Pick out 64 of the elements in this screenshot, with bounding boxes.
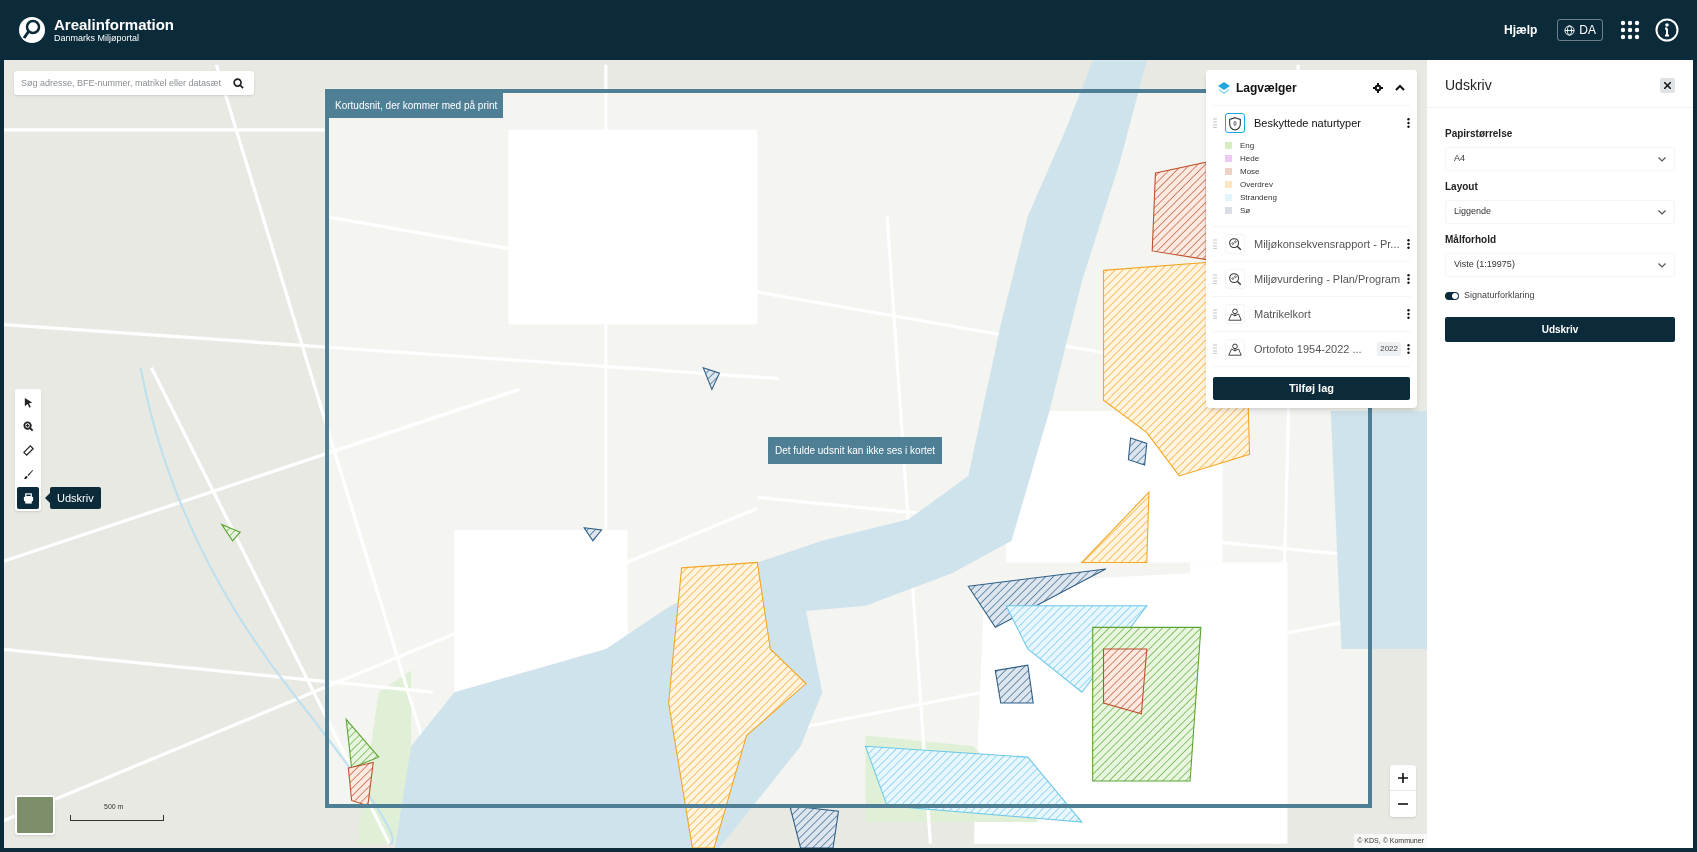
more-icon[interactable]: [1407, 118, 1410, 128]
logo-icon: [18, 16, 46, 44]
layer-name[interactable]: Ortofoto 1954-2022 ...: [1254, 340, 1362, 358]
app-title: Arealinformation: [54, 16, 174, 33]
language-button[interactable]: DA: [1557, 19, 1603, 41]
add-layer-button[interactable]: Tilføj lag: [1213, 377, 1410, 400]
plus-icon: [1398, 772, 1408, 783]
basemap-thumbnail[interactable]: [15, 795, 55, 835]
select-field[interactable]: Liggende: [1445, 200, 1675, 224]
chevron-down-icon: [1658, 156, 1666, 162]
chevron-down-icon: [1658, 209, 1666, 215]
more-icon[interactable]: [1407, 239, 1410, 249]
legend-label: Strandeng: [1240, 191, 1277, 204]
print-frame-label: Kortudsnit, der kommer med på print: [329, 93, 504, 118]
shield-leaf-icon: [1227, 115, 1243, 131]
panel-title: Udskriv: [1445, 76, 1493, 95]
select-field[interactable]: A4: [1445, 147, 1675, 171]
layer-thumbnail[interactable]: [1225, 113, 1245, 133]
map-pin-icon: [1227, 341, 1243, 357]
zoom-icon: [22, 420, 34, 432]
map-pin-icon: [1227, 306, 1243, 322]
layer-name[interactable]: Miljøkonsekvensrapport - Pr...: [1254, 235, 1400, 253]
globe-icon: [1564, 24, 1576, 36]
more-icon[interactable]: [1407, 274, 1410, 284]
brush-icon: [22, 468, 34, 480]
close-icon: [1664, 82, 1671, 89]
magnifier-icon: [1227, 271, 1243, 287]
legend-label: Sø: [1240, 204, 1251, 217]
print-frame-notice: Det fulde udsnit kan ikke ses i kortet: [768, 437, 943, 464]
field-label: Målforhold: [1445, 233, 1498, 247]
field-label: Layout: [1445, 180, 1479, 194]
more-icon[interactable]: [1407, 309, 1410, 319]
legend-label: Overdrev: [1240, 178, 1273, 191]
year-badge: 2022: [1377, 342, 1401, 356]
select-field[interactable]: Viste (1:19975): [1445, 253, 1675, 277]
print-button[interactable]: Udskriv: [1445, 316, 1675, 342]
close-button[interactable]: [1660, 78, 1675, 93]
legend-label: Mose: [1240, 165, 1260, 178]
magnifier-icon: [1227, 236, 1243, 252]
layers-icon: [1218, 81, 1230, 94]
legend-label: Eng: [1240, 139, 1255, 152]
ruler-icon: [22, 444, 34, 456]
field-label: Papirstørrelse: [1445, 127, 1514, 141]
tooltip: Udskriv: [50, 487, 101, 509]
panel-title: Lagvælger: [1236, 79, 1298, 97]
layer-name[interactable]: Miljøvurdering - Plan/Program: [1254, 270, 1401, 288]
search-field[interactable]: Søg adresse, BFE-nummer, matrikel eller datasæt: [14, 71, 254, 95]
help-link[interactable]: Hjælp: [1504, 21, 1538, 39]
more-icon[interactable]: [1407, 344, 1410, 354]
minus-icon: [1398, 803, 1408, 805]
layer-name[interactable]: Beskyttede naturtyper: [1254, 114, 1361, 132]
info-icon[interactable]: [1655, 18, 1679, 42]
printer-icon: [22, 492, 34, 504]
collapse-icon[interactable]: [1395, 84, 1405, 91]
search-icon[interactable]: [233, 78, 244, 89]
pointer-icon: [22, 396, 34, 408]
chevron-down-icon: [1658, 262, 1666, 268]
apps-grid-icon[interactable]: [1620, 20, 1640, 40]
layer-name[interactable]: Matrikelkort: [1254, 305, 1311, 323]
app-subtitle: Danmarks Miljøportal: [54, 33, 141, 44]
toggle-switch[interactable]: [1445, 291, 1459, 300]
toggle-label: Signaturforklaring: [1464, 289, 1535, 302]
print-tool-button[interactable]: [17, 487, 39, 509]
legend-label: Hede: [1240, 152, 1260, 165]
